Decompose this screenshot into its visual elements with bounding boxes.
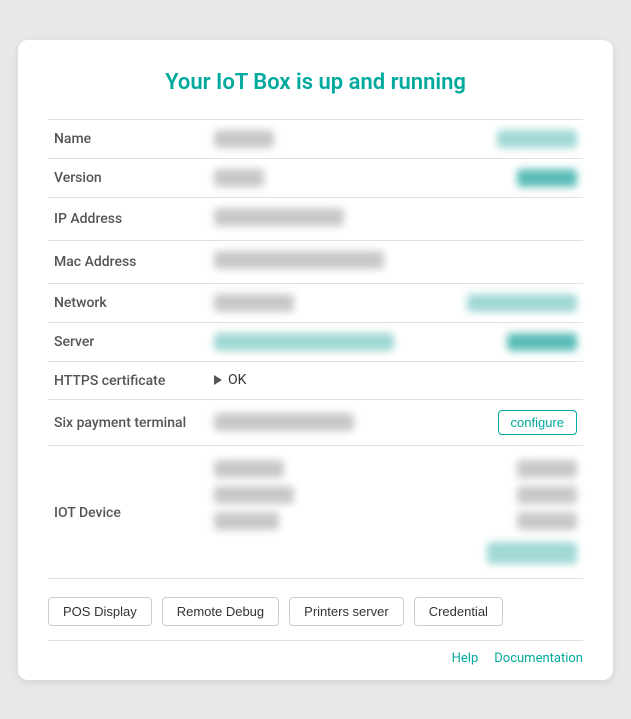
version-blur	[214, 169, 264, 187]
version-label: Version	[48, 158, 208, 197]
six-payment-value: configure	[208, 399, 583, 445]
documentation-link[interactable]: Documentation	[494, 651, 583, 666]
network-value	[208, 283, 583, 322]
footer-links: Help Documentation	[48, 640, 583, 680]
name-row: Name	[48, 119, 583, 158]
mac-address-label: Mac Address	[48, 240, 208, 283]
server-action-blur	[507, 333, 577, 351]
version-row: Version	[48, 158, 583, 197]
https-cert-label: HTTPS certificate	[48, 361, 208, 399]
iot-device-item-1	[214, 460, 577, 478]
name-blur	[214, 130, 274, 148]
remote-debug-button[interactable]: Remote Debug	[162, 597, 279, 626]
iot-bottom-action	[487, 542, 577, 564]
server-value	[208, 322, 583, 361]
mac-address-value	[208, 240, 583, 283]
main-card: Your IoT Box is up and running Name Vers…	[18, 40, 613, 680]
ip-address-blur	[214, 208, 344, 226]
network-action-blur	[467, 294, 577, 312]
version-value	[208, 158, 583, 197]
network-row: Network	[48, 283, 583, 322]
name-value	[208, 119, 583, 158]
printers-server-button[interactable]: Printers server	[289, 597, 404, 626]
name-label: Name	[48, 119, 208, 158]
ip-address-row: IP Address	[48, 197, 583, 240]
iot-device-item-2	[214, 486, 577, 504]
iot-device-value	[208, 445, 583, 578]
server-label: Server	[48, 322, 208, 361]
network-blur	[214, 294, 294, 312]
ip-address-label: IP Address	[48, 197, 208, 240]
pos-display-button[interactable]: POS Display	[48, 597, 152, 626]
configure-button[interactable]: configure	[498, 410, 577, 435]
network-label: Network	[48, 283, 208, 322]
help-link[interactable]: Help	[452, 651, 479, 666]
version-action-blur	[517, 169, 577, 187]
credential-button[interactable]: Credential	[414, 597, 503, 626]
iot-device-item-3	[214, 512, 577, 530]
iot-device-label: IOT Device	[48, 445, 208, 578]
mac-address-row: Mac Address	[48, 240, 583, 283]
six-payment-blur	[214, 413, 354, 431]
triangle-icon	[214, 375, 222, 385]
https-cert-row: HTTPS certificate OK	[48, 361, 583, 399]
footer-buttons: POS Display Remote Debug Printers server…	[48, 579, 583, 640]
server-row: Server	[48, 322, 583, 361]
https-cert-value: OK	[208, 361, 583, 399]
six-payment-row: Six payment terminal configure	[48, 399, 583, 445]
mac-address-blur	[214, 251, 384, 269]
server-url-blur	[214, 333, 394, 351]
info-table: Name Version IP Address	[48, 119, 583, 579]
ip-address-value	[208, 197, 583, 240]
iot-device-row: IOT Device	[48, 445, 583, 578]
https-status: OK	[228, 372, 246, 388]
name-action-blur	[497, 130, 577, 148]
six-payment-label: Six payment terminal	[48, 399, 208, 445]
page-title: Your IoT Box is up and running	[48, 70, 583, 95]
